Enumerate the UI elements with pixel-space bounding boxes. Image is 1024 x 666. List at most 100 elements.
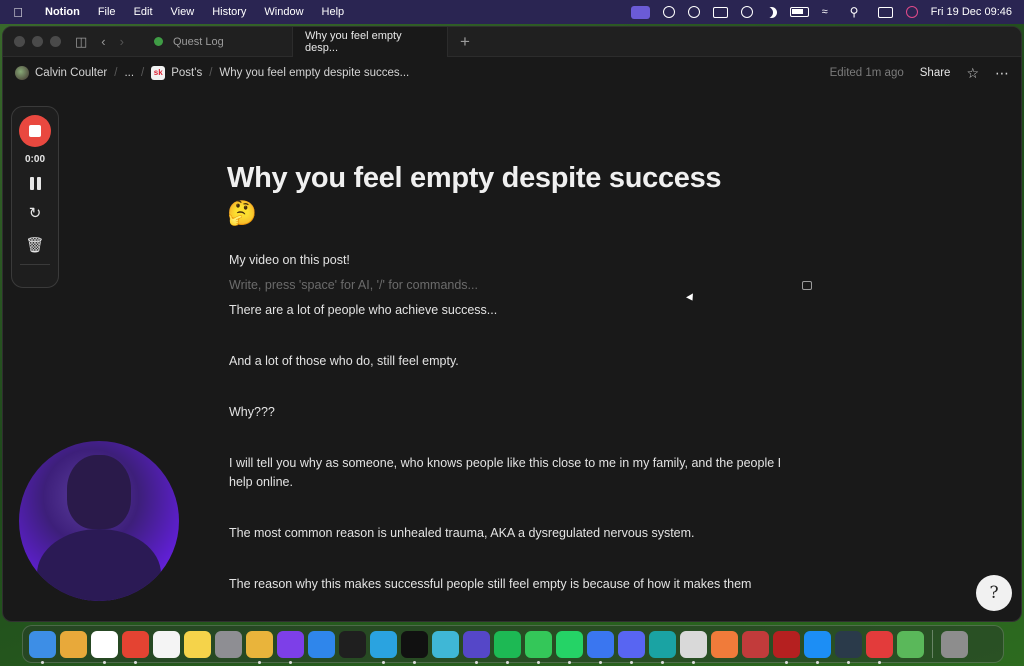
finch-icon[interactable] (680, 630, 707, 664)
text-block[interactable]: Why??? (227, 403, 787, 422)
text-block[interactable]: The reason why this makes successful peo… (227, 575, 787, 594)
text-block[interactable]: There are a lot of people who achieve su… (227, 301, 787, 320)
wifi-icon[interactable]: ≈ (822, 6, 837, 18)
tab-bar: ◫ ‹ › Quest Log Why you feel empty desp.… (3, 27, 1021, 57)
recording-timer: 0:00 (24, 154, 45, 165)
status-area: ≈ ⚲ Fri 19 Dec 09:46 (630, 5, 1024, 19)
page-topbar: Calvin Coulter / ... / sk Post's / Why y… (3, 57, 1021, 89)
menu-app-name[interactable]: Notion (36, 6, 89, 18)
breadcrumb-parent[interactable]: Post's (171, 67, 202, 79)
topbar-actions: Edited 1m ago Share ☆ ⋯ (830, 65, 1009, 82)
stop-icon (29, 125, 41, 137)
capcut-icon[interactable] (401, 630, 428, 664)
sidebar-toggle-icon[interactable]: ◫ (75, 34, 87, 50)
minimize-window-button[interactable] (32, 36, 43, 47)
back-arrow-icon[interactable]: ‹ (101, 34, 105, 49)
reminders-icon[interactable] (153, 630, 180, 658)
safari-icon[interactable] (308, 630, 335, 658)
chrome-icon[interactable] (246, 630, 273, 664)
menu-window[interactable]: Window (255, 6, 312, 18)
todoist-icon[interactable] (122, 630, 149, 664)
preview-icon[interactable] (897, 630, 924, 658)
finder-icon[interactable] (29, 630, 56, 664)
control-center-icon[interactable] (877, 6, 893, 18)
add-comment-icon[interactable] (802, 281, 812, 290)
trash-icon[interactable]: 🗑 (25, 236, 44, 254)
breadcrumb-ellipsis[interactable]: ... (124, 67, 134, 79)
photo-booth-icon[interactable] (742, 630, 769, 658)
apple-menu-icon[interactable]:  (0, 5, 36, 20)
webcam-person-head (67, 455, 131, 529)
photos-icon[interactable] (711, 630, 738, 658)
menu-view[interactable]: View (162, 6, 204, 18)
tab-quest-log[interactable]: Quest Log (142, 27, 292, 57)
telegram-icon[interactable] (370, 630, 397, 664)
battery-icon[interactable] (789, 7, 809, 17)
menu-history[interactable]: History (203, 6, 255, 18)
tab-label: Why you feel empty desp... (304, 29, 402, 54)
breadcrumb-separator: / (114, 67, 118, 79)
menu-edit[interactable]: Edit (125, 6, 162, 18)
focus-icon[interactable] (687, 6, 700, 18)
screen-studio-icon[interactable] (835, 630, 862, 664)
arc-icon[interactable] (277, 630, 304, 664)
app-store-icon[interactable] (804, 630, 831, 664)
presentation-icon[interactable] (866, 630, 893, 664)
system-settings-icon[interactable] (215, 630, 242, 658)
spotlight-search-icon[interactable]: ⚲ (850, 6, 865, 18)
new-tab-icon[interactable]: + (460, 32, 470, 52)
empty-block-placeholder[interactable]: Write, press 'space' for AI, '/' for com… (227, 276, 787, 295)
play-icon[interactable] (740, 6, 753, 18)
zoom-window-button[interactable] (50, 36, 61, 47)
text-block[interactable]: And a lot of those who do, still feel em… (227, 352, 787, 371)
launchpad-icon[interactable] (60, 630, 87, 658)
voice-memos-icon[interactable] (339, 630, 366, 658)
cloud-sync-icon[interactable] (662, 6, 675, 18)
share-button[interactable]: Share (920, 67, 951, 79)
vpn-icon[interactable] (463, 630, 490, 664)
page-title[interactable]: Why you feel empty despite success (227, 160, 787, 197)
display-icon[interactable] (712, 6, 728, 18)
menu-help[interactable]: Help (313, 6, 354, 18)
text-block[interactable]: I will tell you why as someone, who know… (227, 454, 787, 492)
whatsapp-icon[interactable] (556, 630, 583, 664)
webcam-bubble[interactable] (19, 441, 179, 601)
menu-bar:  Notion File Edit View History Window H… (0, 0, 1024, 24)
breadcrumb-workspace[interactable]: Calvin Coulter (35, 67, 107, 79)
trash-icon[interactable] (941, 630, 968, 658)
menu-file[interactable]: File (89, 6, 125, 18)
favorite-star-icon[interactable]: ☆ (966, 65, 979, 82)
title-emoji[interactable]: 🤔 (227, 197, 787, 231)
forward-arrow-icon[interactable]: › (120, 34, 124, 49)
page-icon (153, 37, 163, 46)
screen-recorder-panel: 0:00 ↻ 🗑 (11, 106, 59, 288)
help-button[interactable]: ? (976, 575, 1012, 611)
recorder-divider (20, 264, 50, 265)
more-options-icon[interactable]: ⋯ (995, 65, 1009, 82)
text-block[interactable]: The most common reason is unhealed traum… (227, 524, 787, 543)
window-controls (3, 36, 61, 47)
discord-icon[interactable] (618, 630, 645, 664)
do-not-disturb-icon[interactable] (766, 7, 777, 18)
spotify-icon[interactable] (494, 630, 521, 664)
siri-icon[interactable] (905, 6, 918, 18)
menu-clock[interactable]: Fri 19 Dec 09:46 (931, 6, 1012, 18)
notes-icon[interactable] (184, 630, 211, 658)
canva-icon[interactable] (432, 630, 459, 658)
close-window-button[interactable] (14, 36, 25, 47)
notion-icon[interactable] (91, 630, 118, 664)
breadcrumb-separator: / (141, 67, 145, 79)
screen-record-icon[interactable] (630, 5, 650, 19)
text-block[interactable]: My video on this post! (227, 251, 787, 270)
tab-current-page[interactable]: Why you feel empty desp... (291, 27, 448, 57)
messages-icon[interactable] (525, 630, 552, 664)
breadcrumb-separator: / (209, 67, 213, 79)
quill-icon[interactable] (773, 630, 800, 664)
pause-icon[interactable] (29, 177, 41, 190)
restart-icon[interactable]: ↻ (29, 204, 42, 222)
stop-recording-button[interactable] (19, 115, 51, 147)
surfshark-icon[interactable] (649, 630, 676, 664)
signal-icon[interactable] (587, 630, 614, 664)
workspace-avatar-icon (15, 66, 29, 80)
breadcrumb-current[interactable]: Why you feel empty despite succes... (219, 67, 409, 79)
